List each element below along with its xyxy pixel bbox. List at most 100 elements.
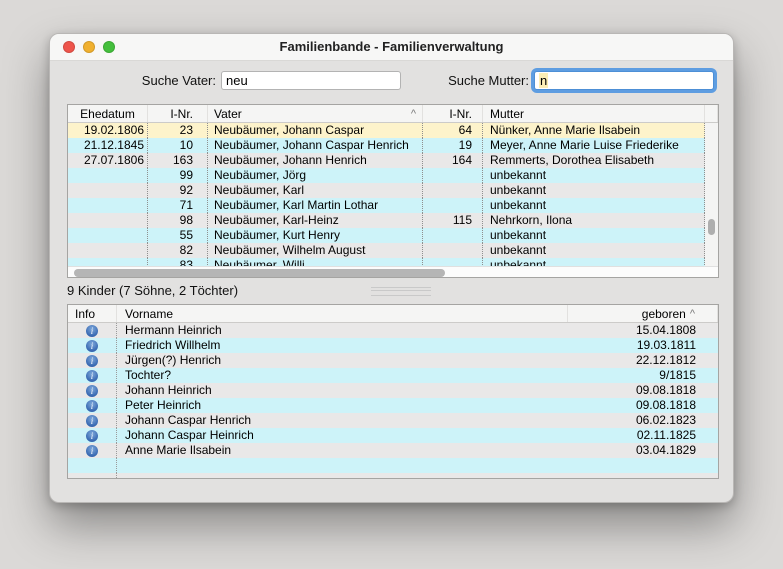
families-table-body: 19.02.1806 23 Neubäumer, Johann Caspar 6… xyxy=(68,123,718,266)
desktop-background: Familienbande - Familienverwaltung Suche… xyxy=(0,0,783,569)
family-inr-mutter xyxy=(423,168,483,183)
child-vorname xyxy=(117,458,568,473)
search-mother-match-text: n xyxy=(539,73,548,88)
child-row[interactable]: i Johann Heinrich 09.08.1818 xyxy=(68,383,718,398)
family-inr-vater: 99 xyxy=(148,168,208,183)
child-vorname xyxy=(117,473,568,479)
column-header-vorname[interactable]: Vorname xyxy=(117,305,568,322)
info-icon[interactable]: i xyxy=(86,400,98,412)
family-row[interactable]: 71 Neubäumer, Karl Martin Lothar unbekan… xyxy=(68,198,718,213)
family-row[interactable]: 21.12.1845 10 Neubäumer, Johann Caspar H… xyxy=(68,138,718,153)
search-father-input[interactable] xyxy=(221,71,401,90)
info-icon[interactable]: i xyxy=(86,415,98,427)
column-header-mutter[interactable]: Mutter xyxy=(483,105,705,122)
family-vater: Neubäumer, Karl-Heinz xyxy=(208,213,423,228)
column-header-vater-label: Vater xyxy=(214,105,242,122)
family-row[interactable]: 83 Neubäumer, Willi unbekannt xyxy=(68,258,718,266)
child-vorname: Johann Caspar Henrich xyxy=(117,413,568,428)
child-geboren: 15.04.1808 xyxy=(568,323,718,338)
family-inr-vater: 55 xyxy=(148,228,208,243)
info-icon[interactable]: i xyxy=(86,340,98,352)
family-vater: Neubäumer, Karl xyxy=(208,183,423,198)
families-horizontal-scrollbar[interactable] xyxy=(68,266,718,278)
family-ehedatum xyxy=(68,258,148,266)
column-header-inr-vater[interactable]: I-Nr. xyxy=(148,105,208,122)
splitter-handle[interactable] xyxy=(371,287,431,296)
family-mutter: unbekannt xyxy=(483,168,705,183)
family-row[interactable]: 55 Neubäumer, Kurt Henry unbekannt xyxy=(68,228,718,243)
info-icon[interactable]: i xyxy=(86,430,98,442)
child-row[interactable]: i Anne Marie Ilsabein 03.04.1829 xyxy=(68,443,718,458)
info-icon[interactable]: i xyxy=(86,445,98,457)
search-mother-input[interactable]: n xyxy=(534,71,714,90)
family-inr-mutter xyxy=(423,183,483,198)
family-mutter: Meyer, Anne Marie Luise Friederike xyxy=(483,138,705,153)
child-vorname: Friedrich Willhelm xyxy=(117,338,568,353)
families-horizontal-scrollbar-thumb[interactable] xyxy=(74,269,445,277)
family-row[interactable]: 92 Neubäumer, Karl unbekannt xyxy=(68,183,718,198)
family-vater: Neubäumer, Jörg xyxy=(208,168,423,183)
family-inr-mutter: 164 xyxy=(423,153,483,168)
window-titlebar[interactable]: Familienbande - Familienverwaltung xyxy=(50,34,733,61)
child-geboren: 09.08.1818 xyxy=(568,398,718,413)
family-inr-vater: 92 xyxy=(148,183,208,198)
family-inr-mutter: 64 xyxy=(423,123,483,138)
column-header-info[interactable]: Info xyxy=(68,305,117,322)
family-vater: Neubäumer, Wilhelm August xyxy=(208,243,423,258)
family-ehedatum xyxy=(68,183,148,198)
info-icon[interactable]: i xyxy=(86,325,98,337)
family-vater: Neubäumer, Kurt Henry xyxy=(208,228,423,243)
child-geboren: 06.02.1823 xyxy=(568,413,718,428)
child-vorname: Anne Marie Ilsabein xyxy=(117,443,568,458)
column-header-geboren-label: geboren xyxy=(642,305,686,322)
child-row[interactable]: i Tochter? 9/1815 xyxy=(68,368,718,383)
child-row[interactable]: i Johann Caspar Heinrich 02.11.1825 xyxy=(68,428,718,443)
child-row[interactable]: i Johann Caspar Henrich 06.02.1823 xyxy=(68,413,718,428)
family-inr-vater: 83 xyxy=(148,258,208,266)
family-row[interactable]: 19.02.1806 23 Neubäumer, Johann Caspar 6… xyxy=(68,123,718,138)
column-header-ehedatum[interactable]: Ehedatum xyxy=(68,105,148,122)
info-icon[interactable]: i xyxy=(86,385,98,397)
child-row[interactable]: i xyxy=(68,458,718,473)
family-mutter: unbekannt xyxy=(483,183,705,198)
child-row[interactable]: i Peter Heinrich 09.08.1818 xyxy=(68,398,718,413)
families-vertical-scrollbar[interactable] xyxy=(705,123,718,266)
child-row[interactable]: i Friedrich Willhelm 19.03.1811 xyxy=(68,338,718,353)
child-vorname: Hermann Heinrich xyxy=(117,323,568,338)
column-header-geboren[interactable]: geboren^ xyxy=(568,305,718,322)
family-inr-mutter xyxy=(423,228,483,243)
child-vorname: Peter Heinrich xyxy=(117,398,568,413)
family-mutter: Nehrkorn, Ilona xyxy=(483,213,705,228)
family-mutter: unbekannt xyxy=(483,258,705,266)
family-inr-vater: 10 xyxy=(148,138,208,153)
family-mutter: unbekannt xyxy=(483,228,705,243)
family-mutter: Remmerts, Dorothea Elisabeth xyxy=(483,153,705,168)
family-ehedatum xyxy=(68,198,148,213)
child-geboren: 03.04.1829 xyxy=(568,443,718,458)
family-ehedatum: 27.07.1806 xyxy=(68,153,148,168)
families-vertical-scrollbar-thumb[interactable] xyxy=(708,219,715,235)
family-row[interactable]: 99 Neubäumer, Jörg unbekannt xyxy=(68,168,718,183)
window-title: Familienbande - Familienverwaltung xyxy=(50,34,733,60)
info-icon[interactable]: i xyxy=(86,355,98,367)
column-header-inr-mutter[interactable]: I-Nr. xyxy=(423,105,483,122)
families-table-header: Ehedatum I-Nr. Vater^ I-Nr. Mutter xyxy=(68,105,718,123)
child-row[interactable]: i Hermann Heinrich 15.04.1808 xyxy=(68,323,718,338)
family-row[interactable]: 27.07.1806 163 Neubäumer, Johann Henrich… xyxy=(68,153,718,168)
child-vorname: Jürgen(?) Henrich xyxy=(117,353,568,368)
family-row[interactable]: 98 Neubäumer, Karl-Heinz 115 Nehrkorn, I… xyxy=(68,213,718,228)
child-geboren: 09.08.1818 xyxy=(568,383,718,398)
family-row[interactable]: 82 Neubäumer, Wilhelm August unbekannt xyxy=(68,243,718,258)
child-geboren: 22.12.1812 xyxy=(568,353,718,368)
family-inr-mutter xyxy=(423,258,483,266)
child-row[interactable]: i Jürgen(?) Henrich 22.12.1812 xyxy=(68,353,718,368)
family-inr-mutter: 115 xyxy=(423,213,483,228)
child-row[interactable]: i xyxy=(68,473,718,479)
child-vorname: Johann Caspar Heinrich xyxy=(117,428,568,443)
info-icon[interactable]: i xyxy=(86,370,98,382)
family-ehedatum: 21.12.1845 xyxy=(68,138,148,153)
family-vater: Neubäumer, Willi xyxy=(208,258,423,266)
children-table-body: i Hermann Heinrich 15.04.1808 i Friedric… xyxy=(68,323,718,479)
column-header-vater[interactable]: Vater^ xyxy=(208,105,423,122)
family-ehedatum xyxy=(68,228,148,243)
